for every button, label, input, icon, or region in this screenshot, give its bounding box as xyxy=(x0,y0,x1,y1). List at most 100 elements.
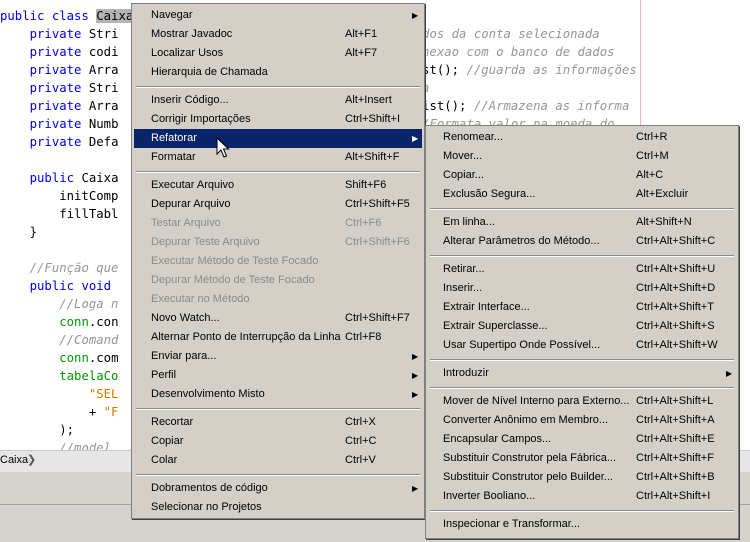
menu-item-shortcut: Alt+F7 xyxy=(345,47,378,59)
context-menu-item-hierarquia-de-chamada[interactable]: Hierarquia de Chamada xyxy=(134,63,422,82)
refactor-item-introduzir[interactable]: Introduzir ▶ xyxy=(428,364,736,383)
context-menu-item-testar-arquivo[interactable]: Testar Arquivo Ctrl+F6 xyxy=(134,214,422,233)
refactor-item-alterar-parametros-do-metodo[interactable]: Alterar Parâmetros do Método... Ctrl+Alt+… xyxy=(428,232,736,251)
refactor-item-inserir[interactable]: Inserir... Ctrl+Alt+Shift+D xyxy=(428,279,736,298)
refactor-item-substituir-construtor-pelo-builder[interactable]: Substituir Construtor pelo Builder... Ctr… xyxy=(428,468,736,487)
context-menu-item-inserir-codigo[interactable]: Inserir Código... Alt+Insert xyxy=(134,91,422,110)
context-menu-item-executar-metodo-de-teste-focado[interactable]: Executar Método de Teste Focado xyxy=(134,252,422,271)
code-line[interactable]: public void xyxy=(0,277,118,295)
menu-item-shortcut: Ctrl+Alt+Shift+L xyxy=(636,395,714,407)
menu-item-label: Copiar xyxy=(151,435,184,447)
context-menu-item-dobramentos-de-codigo[interactable]: Dobramentos de código ▶ xyxy=(134,479,422,498)
context-menu-item-depurar-teste-arquivo[interactable]: Depurar Teste Arquivo Ctrl+Shift+F6 xyxy=(134,233,422,252)
context-menu-item-executar-arquivo[interactable]: Executar Arquivo Shift+F6 xyxy=(134,176,422,195)
menu-item-label: Mover... xyxy=(443,150,483,162)
menu-item-label: Encapsular Campos... xyxy=(443,433,552,445)
menu-item-label: Inserir Código... xyxy=(151,94,229,106)
menu-item-shortcut: Ctrl+Alt+Shift+T xyxy=(636,301,714,313)
context-menu-item-desenvolvimento-misto[interactable]: Desenvolvimento Misto ▶ xyxy=(134,385,422,404)
menu-item-shortcut: Ctrl+X xyxy=(345,416,376,428)
menu-separator xyxy=(430,255,734,257)
menu-item-label: Substituir Construtor pelo Builder... xyxy=(443,471,613,483)
context-menu-item-depurar-metodo-de-teste-focado[interactable]: Depurar Método de Teste Focado xyxy=(134,271,422,290)
menu-separator xyxy=(430,510,734,512)
code-token: conn xyxy=(59,351,89,365)
code-line[interactable]: //model xyxy=(0,439,111,450)
context-menu-item-copiar[interactable]: Copiar Ctrl+C xyxy=(134,432,422,451)
code-line[interactable]: public class Caixa xyxy=(0,7,134,25)
code-token: codi xyxy=(88,45,119,59)
refactor-item-mover-de-nivel-interno-para-externo[interactable]: Mover de Nível Interno para Externo... Ct… xyxy=(428,392,736,411)
context-menu-item-mostrar-javadoc[interactable]: Mostrar Javadoc Alt+F1 xyxy=(134,25,422,44)
code-line[interactable]: tabelaCo xyxy=(0,367,118,385)
menu-item-label: Depurar Teste Arquivo xyxy=(151,236,260,248)
refactor-item-usar-supertipo-onde-possivel[interactable]: Usar Supertipo Onde Possível... Ctrl+Alt+… xyxy=(428,336,736,355)
code-token: Stri xyxy=(88,81,119,95)
code-line[interactable]: } xyxy=(0,223,37,241)
refactor-item-inverter-booliano[interactable]: Inverter Booliano... Ctrl+Alt+Shift+I xyxy=(428,487,736,506)
code-line[interactable]: conn.com xyxy=(0,349,118,367)
code-line[interactable]: //Função que xyxy=(0,259,119,277)
context-menu-item-formatar[interactable]: Formatar Alt+Shift+F xyxy=(134,148,422,167)
menu-item-label: Colar xyxy=(151,454,178,466)
refactor-item-exclusao-segura[interactable]: Exclusão Segura... Alt+Excluir xyxy=(428,185,736,204)
menu-item-label: Selecionar no Projetos xyxy=(151,501,262,513)
context-menu-item-navegar[interactable]: Navegar ▶ xyxy=(134,6,422,25)
code-line[interactable]: //Comand xyxy=(0,331,118,349)
refactor-item-extrair-superclasse[interactable]: Extrair Superclasse... Ctrl+Alt+Shift+S xyxy=(428,317,736,336)
refactor-item-extrair-interface[interactable]: Extrair Interface... Ctrl+Alt+Shift+T xyxy=(428,298,736,317)
context-menu-item-executar-no-metodo[interactable]: Executar no Método xyxy=(134,290,422,309)
refactor-item-converter-anonimo-em-membro[interactable]: Converter Anônimo em Membro... Ctrl+Alt+S… xyxy=(428,411,736,430)
code-line[interactable]: fillTabl xyxy=(0,205,118,223)
menu-item-label: Renomear... xyxy=(443,131,503,143)
code-token: //Comand xyxy=(59,333,119,347)
menu-item-shortcut: Ctrl+C xyxy=(345,435,377,447)
refactor-item-mover[interactable]: Mover... Ctrl+M xyxy=(428,147,736,166)
context-menu-item-colar[interactable]: Colar Ctrl+V xyxy=(134,451,422,470)
context-menu-item-selecionar-no-projetos[interactable]: Selecionar no Projetos xyxy=(134,498,422,517)
code-line[interactable]: + "F xyxy=(0,403,119,421)
context-menu-item-novo-watch[interactable]: Novo Watch... Ctrl+Shift+F7 xyxy=(134,309,422,328)
menu-item-label: Em linha... xyxy=(443,216,495,228)
context-menu-item-depurar-arquivo[interactable]: Depurar Arquivo Ctrl+Shift+F5 xyxy=(134,195,422,214)
refactor-item-retirar[interactable]: Retirar... Ctrl+Alt+Shift+U xyxy=(428,260,736,279)
code-token: private xyxy=(29,45,89,59)
refactor-item-encapsular-campos[interactable]: Encapsular Campos... Ctrl+Alt+Shift+E xyxy=(428,430,736,449)
context-menu-item-recortar[interactable]: Recortar Ctrl+X xyxy=(134,413,422,432)
refactor-item-substituir-construtor-pela-fabrica[interactable]: Substituir Construtor pela Fábrica... Ctr… xyxy=(428,449,736,468)
refactor-item-renomear[interactable]: Renomear... Ctrl+R xyxy=(428,128,736,147)
menu-item-label: Introduzir xyxy=(443,367,489,379)
context-menu-item-perfil[interactable]: Perfil ▶ xyxy=(134,366,422,385)
menu-item-shortcut: Ctrl+Shift+I xyxy=(345,113,401,125)
code-token: public xyxy=(29,171,82,185)
code-line[interactable]: private Defa xyxy=(0,133,119,151)
refactor-item-copiar[interactable]: Copiar... Alt+C xyxy=(428,166,736,185)
context-menu-item-localizar-usos[interactable]: Localizar Usos Alt+F7 xyxy=(134,44,422,63)
code-line[interactable]: public Caixa xyxy=(0,169,119,187)
code-line[interactable]: ); xyxy=(0,421,74,439)
code-token: //guarda as informações xyxy=(466,63,637,77)
menu-item-label: Inspecionar e Transformar... xyxy=(443,518,580,530)
menu-separator xyxy=(136,171,420,173)
refactor-item-em-linha[interactable]: Em linha... Alt+Shift+N xyxy=(428,213,736,232)
code-line[interactable]: //Loga n xyxy=(0,295,118,313)
context-menu-item-alternar-ponto-de-interrupcao-da-linha[interactable]: Alternar Ponto de Interrupção da Linha Ct… xyxy=(134,328,422,347)
breadcrumb-class[interactable]: Caixa xyxy=(0,454,28,466)
menu-separator xyxy=(136,86,420,88)
code-token: private xyxy=(29,135,89,149)
code-line[interactable]: initComp xyxy=(0,187,118,205)
menu-item-label: Depurar Método de Teste Focado xyxy=(151,274,315,286)
breadcrumb-arrow-icon[interactable]: ❯ xyxy=(27,453,36,466)
code-token: Caixa xyxy=(96,9,134,23)
context-menu-item-enviar-para[interactable]: Enviar para... ▶ xyxy=(134,347,422,366)
context-menu-item-refatorar[interactable]: Refatorar ▶ xyxy=(134,129,422,148)
context-menu-item-corrigir-importacoes[interactable]: Corrigir Importações Ctrl+Shift+I xyxy=(134,110,422,129)
refactor-item-inspecionar-e-transformar[interactable]: Inspecionar e Transformar... xyxy=(428,515,736,534)
